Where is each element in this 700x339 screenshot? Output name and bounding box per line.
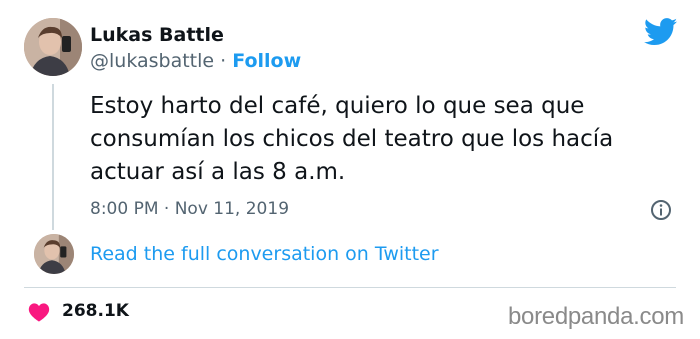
handle-separator: · [220, 50, 227, 72]
heart-icon[interactable] [28, 302, 50, 322]
tweet-text: Estoy harto del café, quiero lo que sea … [90, 93, 614, 185]
author-name[interactable]: Lukas Battle [90, 24, 224, 46]
thread-connector-line [52, 84, 54, 230]
boredpanda-watermark: boredpanda.com [508, 303, 684, 330]
info-icon[interactable] [650, 199, 672, 221]
tweet-time[interactable]: 8:00 PM [90, 199, 159, 219]
follow-button[interactable]: Follow [232, 50, 301, 72]
footer-divider [24, 287, 676, 288]
author-handle-row: @lukasbattle · Follow [90, 50, 301, 72]
reply-author-avatar[interactable] [34, 234, 74, 274]
author-avatar[interactable] [24, 18, 82, 76]
read-conversation-link[interactable]: Read the full conversation on Twitter [90, 243, 439, 265]
embedded-tweet-card: Lukas Battle @lukasbattle · Follow Estoy… [0, 0, 700, 339]
twitter-bird-icon[interactable] [643, 18, 678, 46]
tweet-timestamp[interactable]: 8:00 PM · Nov 11, 2019 [90, 199, 289, 219]
like-count[interactable]: 268.1K [62, 301, 129, 321]
timestamp-separator: · [163, 199, 170, 219]
tweet-date[interactable]: Nov 11, 2019 [175, 199, 289, 219]
author-handle[interactable]: @lukasbattle [90, 50, 214, 72]
